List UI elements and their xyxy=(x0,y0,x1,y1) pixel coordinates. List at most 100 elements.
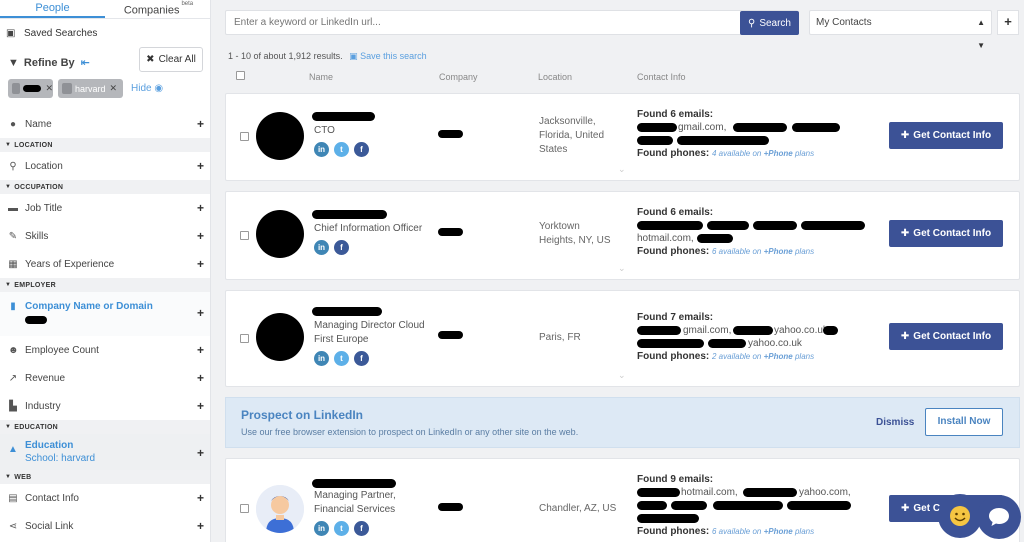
tab-companies[interactable]: Companiesbeta xyxy=(105,0,210,18)
redacted-email xyxy=(801,221,865,230)
filter-industry[interactable]: ▙ Industry + xyxy=(0,392,210,420)
section-employer[interactable]: ▼ EMPLOYER xyxy=(0,278,210,292)
avatar[interactable] xyxy=(256,313,304,361)
collapse-sidebar-icon[interactable]: ⇤ xyxy=(81,56,90,69)
emails-header-line: Found 6 emails: xyxy=(637,108,877,121)
person-name-redacted[interactable] xyxy=(312,112,375,121)
phones-availability[interactable]: 6 available on +Phone plans xyxy=(712,527,814,536)
avatar[interactable] xyxy=(256,485,304,533)
emails-found-label: Found 6 emails: xyxy=(637,109,714,120)
company-redacted[interactable] xyxy=(438,130,463,138)
remove-chip-icon[interactable]: ✕ xyxy=(110,83,118,94)
remove-chip-icon[interactable]: ✕ xyxy=(45,83,53,94)
person-title: Managing Director Cloud First Europe xyxy=(314,320,425,345)
expand-row-icon[interactable]: ⌄ xyxy=(618,370,626,381)
phones-availability[interactable]: 6 available on +Phone plans xyxy=(712,247,814,256)
get-contact-info-button[interactable]: ✚ Get Contact Info xyxy=(889,220,1003,247)
twitter-icon[interactable]: t xyxy=(334,351,349,366)
save-search-link[interactable]: ▣ Save this search xyxy=(349,51,427,61)
row-checkbox[interactable] xyxy=(240,132,249,141)
column-header-contact-info[interactable]: Contact Info xyxy=(637,72,686,82)
phones-availability[interactable]: 2 available on +Phone plans xyxy=(712,352,814,361)
contact-list-select[interactable]: My Contacts ▲ ▼ xyxy=(809,10,992,50)
expand-row-icon[interactable]: ⌄ xyxy=(618,263,626,274)
column-header-company[interactable]: Company xyxy=(439,72,478,82)
clear-all-button[interactable]: ✖ Clear All xyxy=(139,47,203,72)
email-line xyxy=(637,499,877,512)
filter-label: Job Title xyxy=(25,202,63,214)
person-name-redacted[interactable] xyxy=(312,307,382,316)
search-button[interactable]: ⚲ Search xyxy=(740,11,799,35)
eye-icon: ◉ xyxy=(154,83,164,94)
redacted-email xyxy=(637,221,703,230)
chat-support-button[interactable] xyxy=(977,495,1021,539)
company-redacted[interactable] xyxy=(438,503,463,511)
twitter-icon[interactable]: t xyxy=(334,142,349,157)
add-list-button[interactable]: + xyxy=(997,10,1019,35)
phones-line: Found phones: 4 available on +Phone plan… xyxy=(637,147,877,160)
avatar[interactable] xyxy=(256,112,304,160)
get-contact-info-button[interactable]: ✚ Get Contact Info xyxy=(889,122,1003,149)
chip-icon xyxy=(62,83,72,94)
filter-education[interactable]: ▲ Education School: harvard + xyxy=(0,434,210,470)
filter-location[interactable]: ⚲ Location + xyxy=(0,152,210,180)
dismiss-button[interactable]: Dismiss xyxy=(876,417,914,428)
calendar-icon: ▦ xyxy=(8,258,18,270)
plans-label: plans xyxy=(794,352,815,361)
row-checkbox[interactable] xyxy=(240,231,249,240)
filter-revenue[interactable]: ↗ Revenue + xyxy=(0,364,210,392)
facebook-icon[interactable]: f xyxy=(354,521,369,536)
facebook-icon[interactable]: f xyxy=(354,351,369,366)
filter-job-title[interactable]: ▬ Job Title + xyxy=(0,194,210,222)
linkedin-icon[interactable]: in xyxy=(314,240,329,255)
building-icon: ▮ xyxy=(10,301,16,312)
filter-contact-info[interactable]: ▤ Contact Info + xyxy=(0,484,210,512)
select-all-checkbox[interactable] xyxy=(236,71,245,80)
saved-searches-link[interactable]: ▣ Saved Searches xyxy=(0,19,210,47)
get-contact-info-button[interactable]: ✚ Get Contact Info xyxy=(889,323,1003,350)
filter-employee-count[interactable]: ☻ Employee Count + xyxy=(0,336,210,364)
linkedin-icon[interactable]: in xyxy=(314,142,329,157)
install-now-button[interactable]: Install Now xyxy=(925,408,1003,436)
facebook-icon[interactable]: f xyxy=(354,142,369,157)
phones-count: 6 available on xyxy=(712,247,762,256)
redacted-email xyxy=(792,123,840,132)
email-domain: yahoo.co.uk xyxy=(774,325,828,336)
row-checkbox[interactable] xyxy=(240,504,249,513)
filter-name[interactable]: ● Name + xyxy=(0,110,210,138)
saved-searches-label: Saved Searches xyxy=(24,27,98,39)
section-education[interactable]: ▼ EDUCATION xyxy=(0,420,210,434)
linkedin-icon[interactable]: in xyxy=(314,521,329,536)
redacted-email xyxy=(637,136,673,145)
row-checkbox[interactable] xyxy=(240,334,249,343)
emoji-chat-button[interactable] xyxy=(938,494,982,538)
company-redacted[interactable] xyxy=(438,228,463,236)
search-input[interactable] xyxy=(225,10,798,35)
filter-label: Revenue xyxy=(25,372,66,384)
expand-row-icon[interactable]: ⌄ xyxy=(618,164,626,175)
add-user-icon: ✚ xyxy=(900,331,910,342)
person-name-redacted[interactable] xyxy=(312,479,396,488)
filter-social-link[interactable]: ⋖ Social Link + xyxy=(0,512,210,540)
avatar[interactable] xyxy=(256,210,304,258)
column-header-name[interactable]: Name xyxy=(309,72,333,82)
hide-label: Hide xyxy=(131,83,152,94)
phones-availability[interactable]: 4 available on +Phone plans xyxy=(712,149,814,158)
linkedin-icon[interactable]: in xyxy=(314,351,329,366)
phones-label: Found phones: xyxy=(637,148,710,159)
column-header-location[interactable]: Location xyxy=(538,72,572,82)
email-domain: yahoo.com, xyxy=(799,487,851,498)
filter-years-experience[interactable]: ▦ Years of Experience + xyxy=(0,250,210,278)
filter-company-name[interactable]: ▮ Company Name or Domain + xyxy=(0,292,210,336)
filter-skills[interactable]: ✎ Skills + xyxy=(0,222,210,250)
section-location[interactable]: ▼ LOCATION xyxy=(0,138,210,152)
section-web[interactable]: ▼ WEB xyxy=(0,470,210,484)
tab-people[interactable]: People xyxy=(0,0,105,18)
hide-chips-link[interactable]: Hide ◉ xyxy=(131,83,163,94)
person-name-redacted[interactable] xyxy=(312,210,387,219)
facebook-icon[interactable]: f xyxy=(334,240,349,255)
expand-icon: + xyxy=(196,519,204,533)
section-occupation[interactable]: ▼ OCCUPATION xyxy=(0,180,210,194)
twitter-icon[interactable]: t xyxy=(334,521,349,536)
company-redacted[interactable] xyxy=(438,331,463,339)
